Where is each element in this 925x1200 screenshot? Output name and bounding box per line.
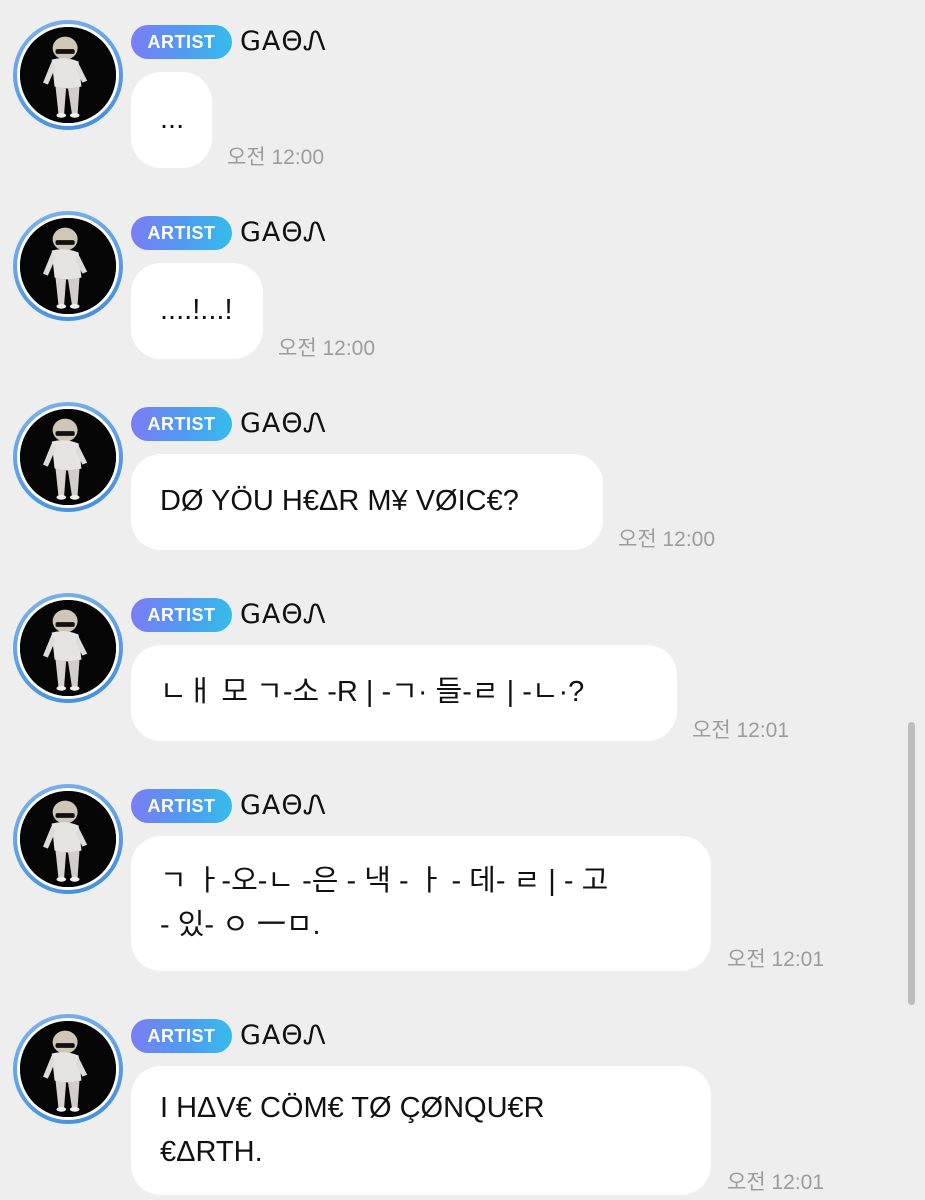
artist-avatar[interactable] xyxy=(13,593,123,703)
sender-name: GAΘᏁ xyxy=(240,1020,328,1051)
artist-badge: ARTIST xyxy=(131,789,232,823)
sender-name: GAΘᏁ xyxy=(240,790,328,821)
message-bubble[interactable]: ....!...! xyxy=(131,263,263,359)
message-text: ....!...! xyxy=(160,294,233,327)
artist-badge: ARTIST xyxy=(131,216,232,250)
message-bubble[interactable]: I HΔV€ CÖM€ TØ ÇØNQU€R €ΔRTH. xyxy=(131,1066,711,1195)
message-timestamp: 오전 12:00 xyxy=(278,337,376,360)
message-text: ... xyxy=(160,103,185,136)
scrollbar-thumb[interactable] xyxy=(908,722,915,1005)
sender-name: GAΘᏁ xyxy=(240,26,328,57)
chat-message-list[interactable]: ARTIST GAΘᏁ ... 오전 12:00 ARTIST GAΘᏁ ...… xyxy=(0,0,925,1200)
artist-badge: ARTIST xyxy=(131,407,232,441)
message-text: DØ YÖU H€ΔR M¥ VØIC€? xyxy=(160,485,519,518)
avatar-photo-icon xyxy=(20,1021,116,1117)
message-timestamp: 오전 12:01 xyxy=(727,948,825,971)
message-timestamp: 오전 12:01 xyxy=(692,719,790,742)
message-bubble[interactable]: ... xyxy=(131,72,212,168)
artist-avatar[interactable] xyxy=(13,784,123,894)
message-text: ㄱ ㅏ-오-ㄴ -은 - 낵 - ㅏ - 데- ㄹ | - 고 - 있- ㅇ 一… xyxy=(160,865,609,941)
message-text: I HΔV€ CÖM€ TØ ÇØNQU€R €ΔRTH. xyxy=(160,1092,545,1168)
artist-badge: ARTIST xyxy=(131,1019,232,1053)
artist-badge: ARTIST xyxy=(131,598,232,632)
sender-name: GAΘᏁ xyxy=(240,599,328,630)
avatar-photo-icon xyxy=(20,27,116,123)
message-text: ㄴㅐ 모 ㄱ-소 -R | -ㄱ· 들-ㄹ | -ㄴ·? xyxy=(160,676,585,709)
avatar-photo-icon xyxy=(20,600,116,696)
message-timestamp: 오전 12:00 xyxy=(618,528,716,551)
message-timestamp: 오전 12:00 xyxy=(227,146,325,169)
artist-avatar[interactable] xyxy=(13,211,123,321)
avatar-photo-icon xyxy=(20,791,116,887)
avatar-photo-icon xyxy=(20,409,116,505)
message-timestamp: 오전 12:01 xyxy=(727,1171,825,1194)
artist-avatar[interactable] xyxy=(13,1014,123,1124)
message-bubble[interactable]: ㄱ ㅏ-오-ㄴ -은 - 낵 - ㅏ - 데- ㄹ | - 고 - 있- ㅇ 一… xyxy=(131,836,711,971)
avatar-photo-icon xyxy=(20,218,116,314)
artist-avatar[interactable] xyxy=(13,402,123,512)
sender-name: GAΘᏁ xyxy=(240,217,328,248)
message-bubble[interactable]: ㄴㅐ 모 ㄱ-소 -R | -ㄱ· 들-ㄹ | -ㄴ·? xyxy=(131,645,677,741)
artist-badge: ARTIST xyxy=(131,25,232,59)
artist-avatar[interactable] xyxy=(13,20,123,130)
message-bubble[interactable]: DØ YÖU H€ΔR M¥ VØIC€? xyxy=(131,454,603,550)
sender-name: GAΘᏁ xyxy=(240,408,328,439)
